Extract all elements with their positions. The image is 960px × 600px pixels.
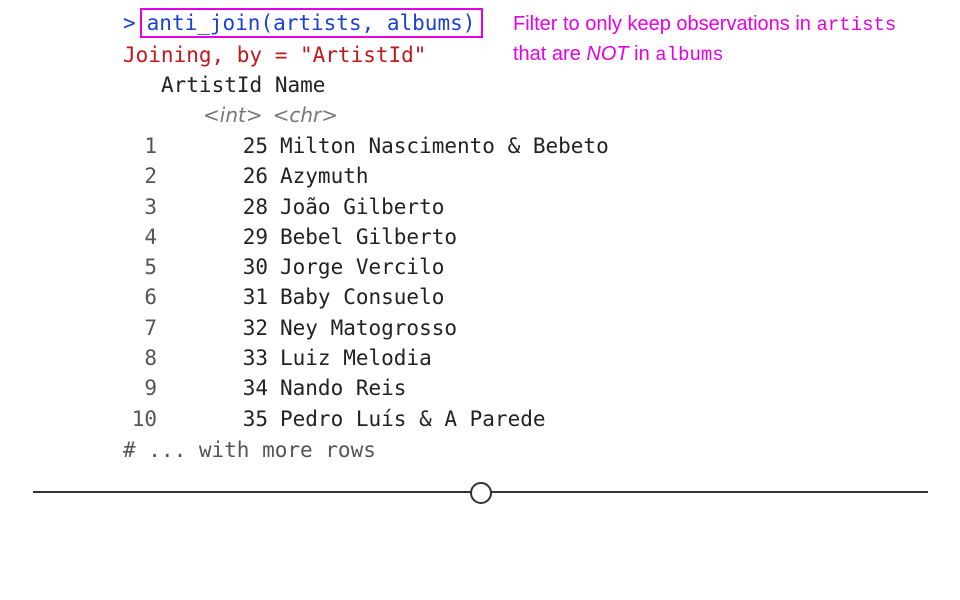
row-number: 2 <box>144 164 157 189</box>
artist-name-cell: Milton Nascimento & Bebeto <box>280 134 609 158</box>
row-number: 7 <box>144 315 157 340</box>
column-type-artistid: <int> <box>203 103 263 127</box>
annotation-text: Filter to only keep observations in <box>513 13 817 35</box>
row-number: 10 <box>131 406 157 431</box>
artist-name-cell: Bebel Gilberto <box>280 224 458 249</box>
annotation-text: that are <box>513 43 587 65</box>
artist-id-cell: 35 <box>242 406 268 431</box>
r-console-output: > anti_join(artists, albums) Joining, by … <box>0 0 960 480</box>
row-number: 9 <box>144 376 157 401</box>
artist-id-cell: 25 <box>242 134 268 158</box>
scrubber-knob[interactable] <box>469 482 492 504</box>
join-message: Joining, by = "ArtistId" <box>123 43 427 67</box>
table-row: 5 30 Jorge Vercilo <box>123 252 609 282</box>
row-number: 1 <box>144 134 157 158</box>
column-types: <int> <chr> <box>203 100 338 130</box>
callout-annotation: Filter to only keep observations in arti… <box>513 10 896 70</box>
artist-id-cell: 32 <box>242 315 268 340</box>
artist-name-cell: Nando Reis <box>280 376 407 401</box>
annotation-code-albums: albums <box>655 44 724 66</box>
artist-name-cell: Baby Consuelo <box>280 285 445 310</box>
annotation-line-1: Filter to only keep observations in arti… <box>513 10 896 40</box>
more-rows-footer: # ... with more rows <box>123 438 376 462</box>
table-row: 9 34 Nando Reis <box>123 373 609 403</box>
table-row: 4 29 Bebel Gilberto <box>123 222 609 252</box>
artist-id-cell: 33 <box>242 346 268 371</box>
annotation-text: in <box>628 43 656 65</box>
artist-id-cell: 30 <box>242 255 268 280</box>
table-row: 10 35 Pedro Luís & A Parede <box>123 404 609 434</box>
table-row: 2 26 Azymuth <box>123 161 609 191</box>
annotation-code-artists: artists <box>816 14 897 36</box>
artist-name-cell: Ney Matogrosso <box>280 315 458 340</box>
artist-name-cell: Luiz Melodia <box>280 346 432 371</box>
artist-id-cell: 26 <box>242 164 268 189</box>
annotation-emphasis: NOT <box>586 43 629 65</box>
artist-name-cell: Pedro Luís & A Parede <box>280 406 546 431</box>
artist-id-cell: 34 <box>242 376 268 401</box>
table-header: ArtistId Name <box>161 70 325 100</box>
row-number: 4 <box>144 224 157 249</box>
row-number: 8 <box>144 346 157 371</box>
table-row: 1 25 Milton Nascimento & Bebeto <box>123 131 609 161</box>
row-number: 6 <box>144 285 157 310</box>
table-row: 3 28 João Gilberto <box>123 192 609 222</box>
column-header-artistid: ArtistId <box>161 73 263 97</box>
console-prompt-line: > anti_join(artists, albums) <box>123 8 484 38</box>
artist-name-cell: Jorge Vercilo <box>280 255 445 280</box>
artist-id-cell: 31 <box>242 285 268 310</box>
row-number: 5 <box>144 255 157 280</box>
prompt-symbol: > <box>123 11 136 35</box>
table-row: 7 32 Ney Matogrosso <box>123 313 609 343</box>
artist-name-cell: João Gilberto <box>280 194 445 219</box>
annotation-line-2: that are NOT in albums <box>513 40 896 70</box>
table-row: 6 31 Baby Consuelo <box>123 282 609 312</box>
table-body: 1 25 Milton Nascimento & Bebeto 2 26 Azymuth 3… <box>123 131 609 434</box>
table-row: 8 33 Luiz Melodia <box>123 343 609 373</box>
artist-name-cell: Azymuth <box>280 164 369 189</box>
artist-id-cell: 28 <box>242 194 268 219</box>
row-number: 3 <box>144 194 157 219</box>
slide-progress-scrubber[interactable] <box>33 480 928 510</box>
artist-id-cell: 29 <box>242 224 268 249</box>
column-header-name: Name <box>274 73 326 97</box>
command-highlight-box: anti_join(artists, albums) <box>139 8 484 38</box>
console-command: anti_join(artists, albums) <box>146 11 476 35</box>
column-type-name: <chr> <box>272 103 339 127</box>
